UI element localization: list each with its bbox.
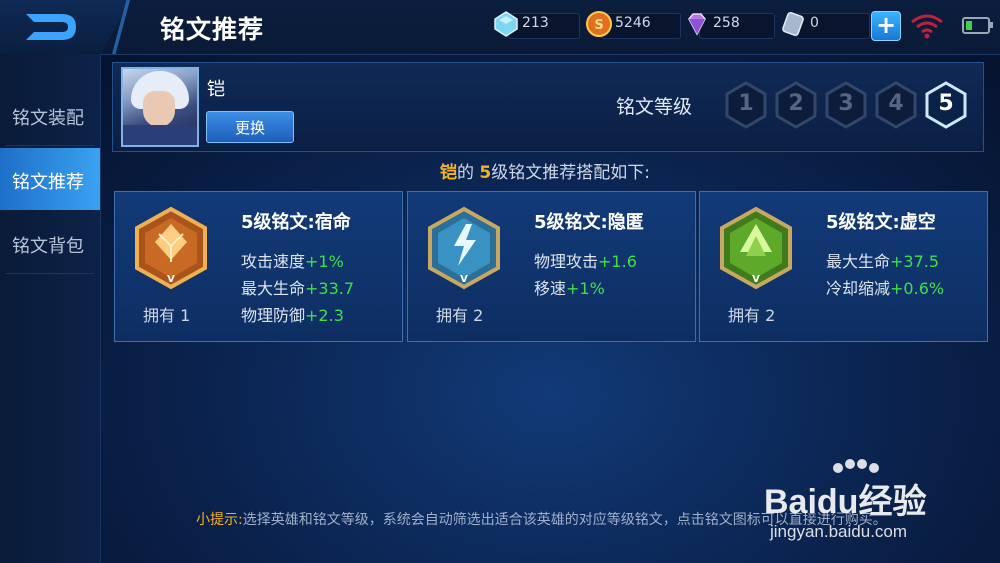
stat-line: 物理防御+2.3 [241, 302, 344, 326]
diamond-icon [494, 11, 518, 37]
sidebar: 铭文装配 铭文推荐 铭文背包 [0, 54, 101, 563]
headline-rest: 级铭文推荐搭配如下: [491, 163, 650, 183]
stat-value: +0.6% [890, 279, 945, 298]
headline-level: 5 [479, 163, 492, 183]
card-title: 5级铭文:虚空 [826, 212, 936, 233]
hero-name: 铠 [207, 79, 225, 100]
voucher-icon [782, 11, 804, 37]
stat-name: 移速 [534, 279, 567, 298]
card-title: 5级铭文:隐匿 [534, 212, 644, 233]
svg-text:V: V [460, 274, 468, 285]
stat-value: +37.5 [890, 252, 940, 271]
inscription-level-label: 铭文等级 [616, 96, 693, 118]
svg-text:S: S [594, 18, 603, 33]
level-number: 2 [788, 91, 804, 116]
diamond-value: 213 [522, 15, 549, 31]
gem-counter: 258 [683, 12, 775, 39]
owned-count: 拥有 1 [143, 306, 191, 325]
stat-line: 最大生命+33.7 [241, 275, 354, 299]
page-title: 铭文推荐 [160, 15, 265, 44]
back-button[interactable] [0, 0, 130, 54]
stealth-inscription-icon[interactable]: V [426, 206, 502, 290]
back-arrow-icon [26, 14, 76, 40]
stat-line: 最大生命+37.5 [826, 248, 939, 272]
voucher-counter: 0 [780, 11, 870, 39]
hero-panel: 铠 更换 铭文等级 1 2 3 4 5 [112, 62, 984, 152]
fate-inscription-icon[interactable]: V [133, 206, 209, 290]
battery-icon [962, 17, 993, 34]
sidebar-item-inscription-bag[interactable]: 铭文背包 [0, 212, 100, 274]
divider [6, 145, 94, 146]
level-number: 3 [838, 91, 854, 116]
stat-value: +1.6 [598, 252, 637, 271]
level-3-button[interactable]: 3 [824, 81, 868, 129]
stat-value: +2.3 [305, 306, 344, 325]
stat-name: 冷却缩减 [826, 279, 891, 298]
recharge-button[interactable]: + [871, 11, 901, 41]
stat-value: +1% [566, 279, 605, 298]
headline-middle: 的 [457, 163, 480, 183]
hero-portrait[interactable] [121, 67, 199, 147]
baidu-watermark: Baidu经验 jingyan.baidu.com [764, 458, 984, 554]
level-number: 5 [938, 91, 954, 116]
stat-name: 物理攻击 [534, 252, 599, 271]
stat-line: 物理攻击+1.6 [534, 248, 637, 272]
stat-name: 最大生命 [241, 279, 306, 298]
stat-line: 移速+1% [534, 275, 605, 299]
inscription-card-fate[interactable]: V 拥有 1 5级铭文:宿命 攻击速度+1% 最大生命+33.7 物理防御+2.… [114, 191, 403, 342]
tip-label: 小提示: [196, 512, 243, 528]
level-2-button[interactable]: 2 [774, 81, 818, 129]
change-hero-label: 更换 [234, 119, 265, 137]
level-4-button[interactable]: 4 [874, 81, 918, 129]
card-title: 5级铭文:宿命 [241, 212, 351, 233]
stat-line: 冷却缩减+0.6% [826, 275, 944, 299]
level-number: 4 [888, 91, 904, 116]
level-1-button[interactable]: 1 [724, 81, 768, 129]
gold-counter: S 5246 [585, 11, 681, 39]
stat-name: 攻击速度 [241, 252, 306, 271]
gem-icon [688, 13, 706, 36]
sidebar-item-label: 铭文背包 [12, 236, 84, 257]
stat-line: 攻击速度+1% [241, 248, 344, 272]
owned-count: 拥有 2 [436, 306, 484, 325]
stat-value: +1% [305, 252, 344, 271]
wifi-icon [911, 14, 943, 39]
svg-text:V: V [167, 274, 175, 285]
level-5-button[interactable]: 5 [924, 81, 968, 129]
watermark-url: jingyan.baidu.com [770, 522, 908, 541]
inscription-card-void[interactable]: V 拥有 2 5级铭文:虚空 最大生命+37.5 冷却缩减+0.6% [699, 191, 988, 342]
headline-hero: 铠 [440, 163, 457, 183]
gem-value: 258 [713, 15, 740, 31]
plus-icon: + [875, 11, 897, 39]
void-inscription-icon[interactable]: V [718, 206, 794, 290]
diamond-counter: 213 [492, 11, 580, 39]
inscription-card-stealth[interactable]: V 拥有 2 5级铭文:隐匿 物理攻击+1.6 移速+1% [407, 191, 696, 342]
gold-value: 5246 [615, 15, 651, 31]
level-number: 1 [738, 91, 754, 116]
voucher-value: 0 [810, 15, 819, 31]
top-bar: 铭文推荐 213 S 5246 258 0 + [0, 0, 1000, 55]
stat-name: 最大生命 [826, 252, 891, 271]
change-hero-button[interactable]: 更换 [206, 111, 294, 143]
owned-count: 拥有 2 [728, 306, 776, 325]
watermark-logo: Baidu经验 [764, 483, 927, 521]
recommend-headline: 铠的 5级铭文推荐搭配如下: [0, 158, 1000, 183]
svg-text:V: V [752, 274, 760, 285]
gold-coin-icon: S [586, 11, 612, 37]
sidebar-item-label: 铭文装配 [12, 108, 84, 129]
divider [6, 273, 94, 274]
sidebar-item-inscription-equip[interactable]: 铭文装配 [0, 84, 100, 146]
stat-value: +33.7 [305, 279, 355, 298]
stat-name: 物理防御 [241, 306, 306, 325]
